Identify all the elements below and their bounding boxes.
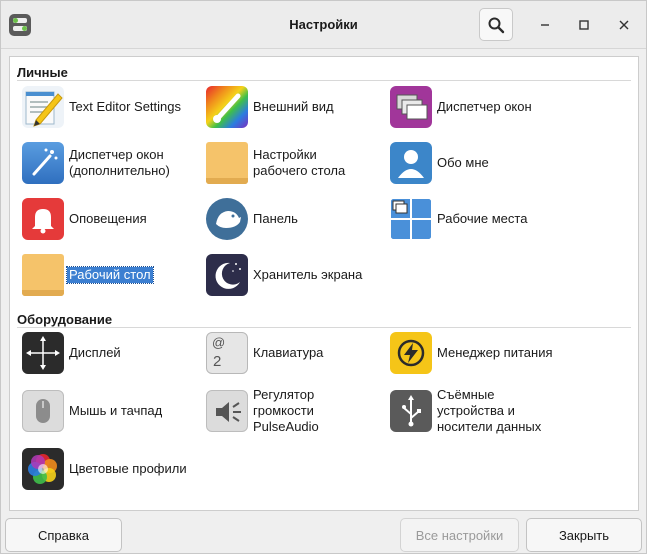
settings-item-label: Цветовые профили bbox=[69, 461, 187, 476]
settings-item-screensaver[interactable]: Хранитель экрана bbox=[206, 252, 362, 298]
settings-item-label: Менеджер питания bbox=[437, 345, 553, 360]
search-icon bbox=[488, 17, 505, 33]
settings-item-label: Клавиатура bbox=[253, 345, 324, 360]
settings-item-workspaces[interactable]: Рабочие места bbox=[390, 196, 527, 242]
settings-item-desktop[interactable]: Рабочий стол bbox=[22, 252, 154, 298]
volume-speaker-icon bbox=[206, 390, 248, 432]
screensaver-moon-icon bbox=[206, 254, 248, 296]
keyboard-key-icon: @ 2 bbox=[206, 332, 248, 374]
settings-item-about-me[interactable]: Обо мне bbox=[390, 140, 489, 186]
settings-item-mouse[interactable]: Мышь и тачпад bbox=[22, 388, 162, 434]
settings-item-label: Мышь и тачпад bbox=[69, 403, 163, 418]
settings-list: Личные Text Editor Settings Внешний вид … bbox=[9, 56, 639, 511]
desktop-settings-folder-icon bbox=[206, 142, 248, 184]
settings-item-appearance[interactable]: Внешний вид bbox=[206, 84, 334, 130]
settings-item-keyboard[interactable]: @ 2 Клавиатура bbox=[206, 330, 323, 376]
workspaces-icon bbox=[390, 198, 432, 240]
section-title-hardware: Оборудование bbox=[17, 312, 113, 327]
window-manager-tweaks-icon bbox=[22, 142, 64, 184]
settings-item-label: Обо мне bbox=[437, 155, 489, 170]
window-manager-icon bbox=[390, 86, 432, 128]
settings-item-label: Диспетчер окон bbox=[437, 99, 532, 114]
power-manager-icon bbox=[390, 332, 432, 374]
settings-item-desktop-settings[interactable]: Настройки рабочего стола bbox=[206, 140, 353, 186]
settings-item-panel[interactable]: Панель bbox=[206, 196, 298, 242]
settings-item-notifications[interactable]: Оповещения bbox=[22, 196, 147, 242]
titlebar: Настройки bbox=[1, 1, 646, 49]
dialog-button-bar: Справка Все настройки Закрыть bbox=[1, 513, 646, 554]
color-profiles-icon bbox=[22, 448, 64, 490]
maximize-button[interactable] bbox=[570, 11, 598, 39]
display-icon bbox=[22, 332, 64, 374]
settings-item-label: Внешний вид bbox=[253, 99, 334, 114]
settings-item-label-selected: Рабочий стол bbox=[66, 266, 154, 284]
close-window-button[interactable] bbox=[610, 11, 638, 39]
minimize-icon bbox=[541, 24, 549, 26]
settings-app-icon bbox=[9, 14, 31, 36]
settings-item-label: Регулятор громкости PulseAudio bbox=[253, 387, 319, 434]
settings-item-volume[interactable]: Регулятор громкости PulseAudio bbox=[206, 387, 363, 434]
minimize-button[interactable] bbox=[531, 11, 559, 39]
settings-item-label: Съёмные устройства и носители данных bbox=[437, 387, 542, 434]
settings-item-display[interactable]: Дисплей bbox=[22, 330, 121, 376]
close-button[interactable]: Закрыть bbox=[526, 518, 642, 552]
settings-item-color-profiles[interactable]: Цветовые профили bbox=[22, 446, 187, 492]
settings-item-label: Хранитель экрана bbox=[253, 267, 363, 282]
help-button[interactable]: Справка bbox=[5, 518, 122, 552]
usb-icon bbox=[390, 390, 432, 432]
all-settings-button[interactable]: Все настройки bbox=[400, 518, 519, 552]
settings-item-removable-media[interactable]: Съёмные устройства и носители данных bbox=[390, 387, 557, 434]
settings-item-label: Text Editor Settings bbox=[69, 99, 181, 114]
settings-item-label: Дисплей bbox=[69, 345, 121, 360]
settings-item-label: Диспетчер окон (дополнительно) bbox=[69, 147, 170, 178]
settings-item-text-editor[interactable]: Text Editor Settings bbox=[22, 84, 181, 130]
keyboard-key-bottom: 2 bbox=[213, 353, 222, 370]
maximize-icon bbox=[579, 20, 589, 30]
settings-item-label: Панель bbox=[253, 211, 298, 226]
appearance-icon bbox=[206, 86, 248, 128]
notifications-bell-icon bbox=[22, 198, 64, 240]
section-divider bbox=[17, 327, 631, 328]
settings-window: Настройки Личные Text Editor Settings Вн… bbox=[0, 0, 647, 554]
mouse-icon bbox=[22, 390, 64, 432]
settings-item-window-manager-tweaks[interactable]: Диспетчер окон (дополнительно) bbox=[22, 140, 189, 186]
desktop-folder-icon bbox=[22, 254, 64, 296]
search-button[interactable] bbox=[479, 8, 513, 41]
close-icon bbox=[619, 20, 629, 30]
about-me-icon bbox=[390, 142, 432, 184]
section-title-personal: Личные bbox=[17, 65, 68, 80]
text-editor-icon bbox=[22, 86, 64, 128]
settings-item-label: Оповещения bbox=[69, 211, 147, 226]
settings-item-label: Рабочие места bbox=[437, 211, 528, 226]
settings-item-power-manager[interactable]: Менеджер питания bbox=[390, 330, 553, 376]
settings-item-label: Настройки рабочего стола bbox=[253, 147, 346, 178]
panel-mouse-icon bbox=[206, 198, 248, 240]
settings-item-window-manager[interactable]: Диспетчер окон bbox=[390, 84, 532, 130]
section-divider bbox=[17, 80, 631, 81]
keyboard-key-top: @ bbox=[212, 335, 226, 350]
